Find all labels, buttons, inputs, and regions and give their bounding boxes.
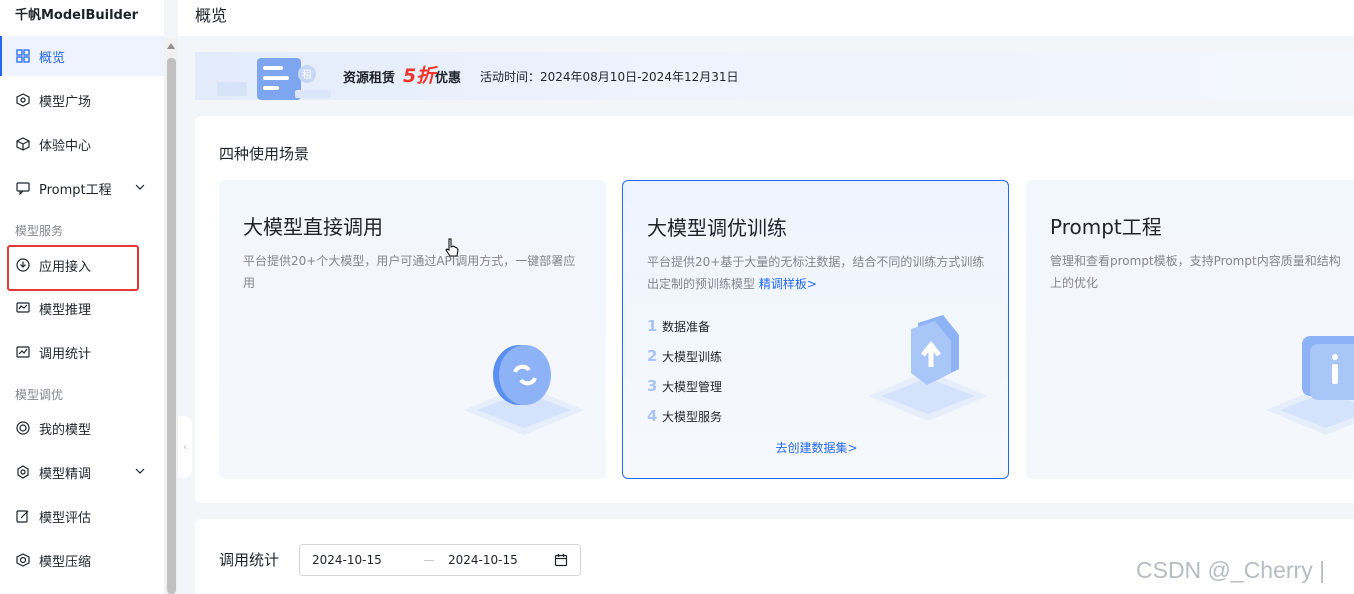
chart-icon: [16, 345, 30, 359]
sidebar-item-label: 模型精调: [39, 466, 92, 482]
scroll-up-arrow-icon[interactable]: [167, 43, 175, 49]
sidebar-item-label: 调用统计: [39, 346, 92, 362]
sidebar-collapse-button[interactable]: ‹: [178, 416, 192, 478]
sidebar-item-label: 应用接入: [39, 259, 92, 275]
sidebar-item-label: 模型推理: [39, 302, 92, 318]
watermark: CSDN @_Cherry |: [1136, 557, 1326, 583]
chevron-down-icon: [135, 468, 145, 474]
card-title: 大模型调优训练: [647, 216, 787, 240]
sidebar-item-model-inference[interactable]: 模型推理: [0, 288, 164, 328]
sidebar-item-evaluation[interactable]: 模型评估: [0, 496, 164, 536]
sidebar: 千帆ModelBuilder 概览 模型广场 体验中心 Prompt工程 模型服…: [0, 0, 164, 594]
card-title: Prompt工程: [1050, 215, 1162, 239]
promo-prefix: 资源租赁: [343, 71, 396, 86]
sidebar-item-label: 模型评估: [39, 510, 92, 526]
monitor-icon: [16, 301, 30, 315]
step-number: 3: [647, 377, 658, 395]
promo-discount: 5折: [403, 65, 436, 87]
sidebar-item-label: 我的模型: [39, 422, 92, 438]
rental-tag-text: 租: [302, 68, 312, 81]
calendar-icon[interactable]: [554, 553, 568, 567]
stats-label: 调用统计: [219, 551, 280, 569]
sidebar-item-my-models[interactable]: 我的模型: [0, 408, 164, 448]
promo-period: 活动时间：2024年08月10日-2024年12月31日: [480, 70, 739, 84]
start-date[interactable]: 2024-10-15: [312, 553, 382, 567]
sidebar-item-compression[interactable]: 模型压缩: [0, 540, 164, 580]
group-label-model-tuning: 模型调优: [15, 388, 64, 402]
card-description: 平台提供20+个大模型，用户可通过API调用方式，一键部署应用: [243, 254, 576, 290]
brand-title: 千帆ModelBuilder: [15, 8, 139, 23]
info-illustration-icon: [1266, 336, 1354, 435]
date-range-picker[interactable]: 2024-10-15 2024-10-15: [299, 544, 581, 576]
step-number: 2: [647, 347, 658, 365]
sidebar-item-app-access[interactable]: 应用接入: [0, 245, 164, 285]
topbar: 概览: [178, 0, 1354, 36]
hexagon-icon: [16, 137, 30, 151]
edit-icon: [16, 509, 30, 523]
target-icon: [16, 421, 30, 435]
chevron-down-icon: [135, 184, 145, 190]
chat-icon: [16, 181, 30, 195]
sidebar-item-label: 模型广场: [39, 94, 92, 110]
sidebar-item-model-square[interactable]: 模型广场: [0, 80, 164, 120]
upload-illustration-icon: [868, 315, 988, 421]
sidebar-scrollbar-thumb[interactable]: [167, 58, 176, 594]
grid-icon: [16, 49, 30, 63]
end-date[interactable]: 2024-10-15: [448, 553, 518, 567]
scenarios-section: 四种使用场景 大模型直接调用 平台提供20+个大模型，用户可通过API调用方式，…: [195, 116, 1354, 503]
compress-icon: [16, 553, 30, 567]
step-item: 2 大模型训练: [647, 341, 722, 371]
section-title: 四种使用场景: [219, 145, 310, 163]
step-label: 大模型管理: [662, 379, 723, 394]
sidebar-item-label: 体验中心: [39, 138, 92, 154]
template-link[interactable]: 精调样板>: [759, 277, 817, 291]
card-description: 管理和查看prompt模板，支持Prompt内容质量和结构上的优化: [1050, 254, 1341, 290]
step-label: 大模型训练: [662, 349, 723, 364]
hand-cursor-icon: [445, 238, 459, 257]
promo-banner[interactable]: 租 资源租赁 5折 优惠 活动时间：2024年08月10日-2024年12月31…: [195, 52, 1354, 100]
step-item: 3 大模型管理: [647, 371, 722, 401]
scenario-card-direct-call[interactable]: 大模型直接调用 平台提供20+个大模型，用户可通过API调用方式，一键部署应用: [219, 180, 606, 479]
step-label: 大模型服务: [662, 409, 723, 424]
step-number: 1: [647, 317, 658, 335]
step-number: 4: [647, 407, 658, 425]
step-label: 数据准备: [662, 319, 711, 334]
cube-icon: [16, 93, 30, 107]
sidebar-item-label: Prompt工程: [39, 182, 112, 198]
card-title: 大模型直接调用: [243, 215, 383, 239]
page-title: 概览: [195, 6, 228, 25]
promo-suffix: 优惠: [435, 71, 462, 86]
refresh-illustration-icon: [464, 345, 584, 435]
sidebar-item-overview[interactable]: 概览: [0, 36, 164, 76]
sidebar-item-experience-center[interactable]: 体验中心: [0, 124, 164, 164]
sidebar-item-label: 概览: [39, 50, 66, 66]
step-item: 4 大模型服务: [647, 401, 722, 431]
date-separator: [424, 560, 434, 561]
scenario-card-prompt[interactable]: Prompt工程 管理和查看prompt模板，支持Prompt内容质量和结构上的…: [1026, 180, 1354, 479]
scenario-card-fine-tune[interactable]: 大模型调优训练 平台提供20+基于大量的无标注数据，结合不同的训练方式训练出定制…: [622, 180, 1009, 479]
step-item: 1 数据准备: [647, 311, 722, 341]
download-circle-icon: [16, 258, 30, 272]
chevron-left-icon: ‹: [183, 441, 187, 453]
card-description: 平台提供20+基于大量的无标注数据，结合不同的训练方式训练出定制的预训练模型 精…: [647, 251, 987, 295]
steps-list: 1 数据准备 2 大模型训练 3 大模型管理 4 大模型服务: [647, 311, 722, 431]
group-label-model-service: 模型服务: [15, 224, 64, 238]
gear-icon: [16, 465, 30, 479]
sidebar-item-fine-tune[interactable]: 模型精调: [0, 452, 164, 492]
sidebar-item-call-stats[interactable]: 调用统计: [0, 332, 164, 372]
rental-illustration-icon: 租: [217, 58, 331, 100]
sidebar-item-prompt[interactable]: Prompt工程: [0, 168, 164, 208]
sidebar-item-label: 模型压缩: [39, 554, 92, 570]
create-dataset-link[interactable]: 去创建数据集>: [623, 439, 1008, 456]
